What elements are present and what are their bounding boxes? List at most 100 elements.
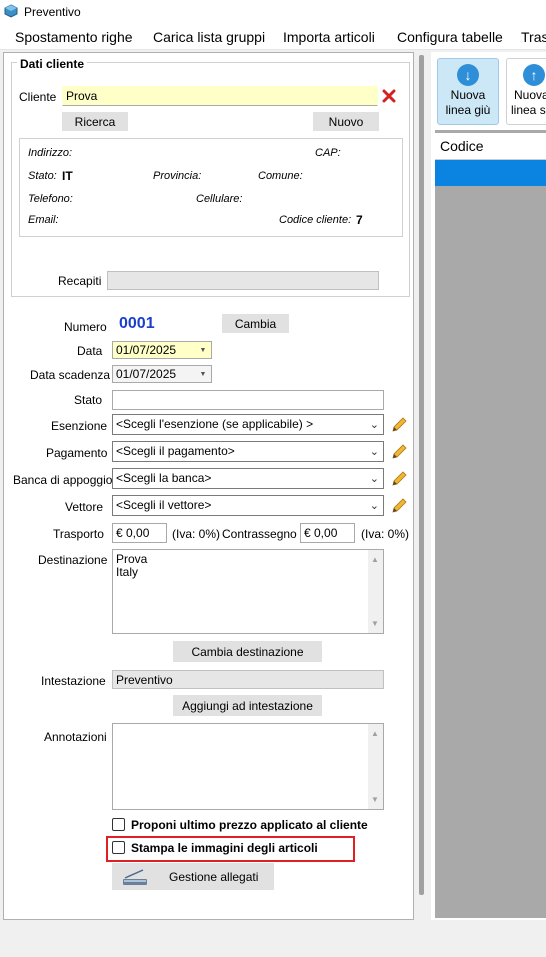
menu-bar: Spostamento righe Carica lista gruppi Im…	[0, 24, 546, 50]
data-value: 01/07/2025	[116, 343, 177, 357]
proponi-checkbox[interactable]	[112, 818, 125, 831]
esenzione-value: <Scegli l'esenzione (se applicabile) >	[116, 417, 314, 431]
codice-cliente-label: Codice cliente:	[279, 214, 352, 226]
cambia-destinazione-button[interactable]: Cambia destinazione	[173, 641, 322, 662]
cliente-label: Cliente	[19, 90, 57, 104]
vettore-label: Vettore	[65, 500, 104, 514]
annotazioni-label: Annotazioni	[44, 730, 107, 744]
banca-label: Banca di appoggio	[13, 473, 113, 487]
arrow-down-icon: ↓	[457, 64, 479, 86]
comune-label: Comune:	[258, 170, 303, 182]
annotazioni-scrollbar[interactable]: ▲ ▼	[368, 724, 383, 809]
nuova-linea-giu-label-2: linea giù	[445, 103, 491, 117]
banca-value: <Scegli la banca>	[116, 471, 212, 485]
menu-spostamento-righe[interactable]: Spostamento righe	[15, 29, 133, 45]
cap-label: CAP:	[315, 147, 341, 159]
form-scrollbar-thumb[interactable]	[419, 55, 424, 895]
telefono-label: Telefono:	[28, 193, 73, 205]
scanner-icon	[123, 869, 147, 885]
aggiungi-intestazione-button[interactable]: Aggiungi ad intestazione	[173, 695, 322, 716]
ricerca-button[interactable]: Ricerca	[62, 112, 128, 131]
data-scadenza-picker[interactable]: 01/07/2025 ▼	[112, 365, 212, 383]
app-icon	[4, 4, 18, 18]
pencil-icon[interactable]	[390, 470, 408, 488]
data-label: Data	[77, 344, 103, 358]
pagamento-value: <Scegli il pagamento>	[116, 444, 235, 458]
annotazioni-textarea[interactable]: ▲ ▼	[112, 723, 384, 810]
chevron-down-icon: ⌄	[369, 446, 379, 458]
email-label: Email:	[28, 214, 59, 226]
title-bar	[0, 0, 546, 24]
scroll-down-icon[interactable]: ▼	[371, 793, 379, 806]
destinazione-textarea[interactable]: Prova Italy ▲ ▼	[112, 549, 384, 634]
numero-value: 0001	[119, 315, 155, 332]
articoli-grid[interactable]	[435, 130, 546, 918]
destinazione-line-1: Prova	[116, 552, 148, 566]
cliente-group-title: Dati cliente	[17, 57, 88, 71]
chevron-down-icon: ⌄	[369, 500, 379, 512]
nuovo-button[interactable]: Nuovo	[313, 112, 379, 131]
nuova-linea-giu-label-1: Nuova	[450, 88, 486, 102]
provincia-label: Provincia:	[153, 170, 202, 182]
destinazione-label: Destinazione	[38, 553, 108, 567]
banca-select[interactable]: <Scegli la banca> ⌄	[112, 468, 384, 489]
nuova-linea-giu-button[interactable]: ↓ Nuova linea giù	[437, 58, 499, 125]
trasporto-label: Trasporto	[53, 527, 104, 541]
data-scadenza-value: 01/07/2025	[116, 367, 177, 381]
menu-carica-lista-gruppi[interactable]: Carica lista gruppi	[153, 29, 265, 45]
nuova-linea-su-label-2: linea s	[511, 103, 546, 117]
esenzione-label: Esenzione	[51, 419, 108, 433]
intestazione-input[interactable]: Preventivo	[112, 670, 384, 689]
data-picker[interactable]: 01/07/2025 ▼	[112, 341, 212, 359]
scroll-up-icon[interactable]: ▲	[371, 553, 379, 566]
destinazione-scrollbar[interactable]: ▲ ▼	[368, 550, 383, 633]
gestione-allegati-label: Gestione allegati	[169, 870, 259, 884]
scroll-down-icon[interactable]: ▼	[371, 617, 379, 630]
stato-input[interactable]	[112, 390, 384, 410]
dropdown-arrow-icon[interactable]: ▼	[197, 369, 209, 381]
table-row[interactable]	[435, 160, 546, 186]
esenzione-select[interactable]: <Scegli l'esenzione (se applicabile) > ⌄	[112, 414, 384, 435]
iva-trasporto-label: (Iva: 0%)	[172, 527, 221, 541]
highlight-box	[106, 836, 355, 862]
pencil-icon[interactable]	[390, 443, 408, 461]
proponi-label: Proponi ultimo prezzo applicato al clien…	[131, 818, 368, 832]
stato-form-label: Stato	[74, 393, 103, 407]
cambia-button[interactable]: Cambia	[222, 314, 289, 333]
pencil-icon[interactable]	[390, 497, 408, 515]
cliente-input[interactable]: Prova	[62, 86, 378, 106]
menu-importa-articoli[interactable]: Importa articoli	[283, 29, 375, 45]
contrassegno-label: Contrassegno	[222, 527, 297, 541]
nuova-linea-su-button[interactable]: ↑ Nuova linea s	[506, 58, 546, 125]
iva-contrassegno-label: (Iva: 0%)	[361, 527, 410, 541]
dropdown-arrow-icon[interactable]: ▼	[197, 345, 209, 357]
contrassegno-input[interactable]: € 0,00	[300, 523, 355, 543]
trasporto-input[interactable]: € 0,00	[112, 523, 167, 543]
nuova-linea-su-label-1: Nuova	[514, 88, 546, 102]
cellulare-label: Cellulare:	[196, 193, 243, 205]
numero-label: Numero	[64, 320, 107, 334]
menu-configura-tabelle[interactable]: Configura tabelle	[397, 29, 503, 45]
window-title: Preventivo	[24, 5, 81, 19]
recapiti-field[interactable]	[107, 271, 379, 290]
vettore-value: <Scegli il vettore>	[116, 498, 212, 512]
chevron-down-icon: ⌄	[369, 419, 379, 431]
pencil-icon[interactable]	[390, 416, 408, 434]
gestione-allegati-button[interactable]: Gestione allegati	[112, 863, 274, 890]
arrow-up-icon: ↑	[523, 64, 545, 86]
grid-header-codice[interactable]: Codice	[435, 133, 546, 160]
vettore-select[interactable]: <Scegli il vettore> ⌄	[112, 495, 384, 516]
menu-trasforma[interactable]: Tras	[521, 29, 546, 45]
stato-label: Stato:	[28, 170, 57, 182]
data-scadenza-label: Data scadenza	[30, 368, 111, 382]
codice-cliente-value: 7	[356, 213, 363, 227]
stato-value: IT	[62, 169, 73, 183]
chevron-down-icon: ⌄	[369, 473, 379, 485]
recapiti-label: Recapiti	[58, 274, 102, 288]
clear-icon[interactable]	[382, 89, 396, 103]
destinazione-line-2: Italy	[116, 565, 139, 579]
scroll-up-icon[interactable]: ▲	[371, 727, 379, 740]
intestazione-label: Intestazione	[41, 674, 106, 688]
pagamento-select[interactable]: <Scegli il pagamento> ⌄	[112, 441, 384, 462]
pagamento-label: Pagamento	[46, 446, 108, 460]
